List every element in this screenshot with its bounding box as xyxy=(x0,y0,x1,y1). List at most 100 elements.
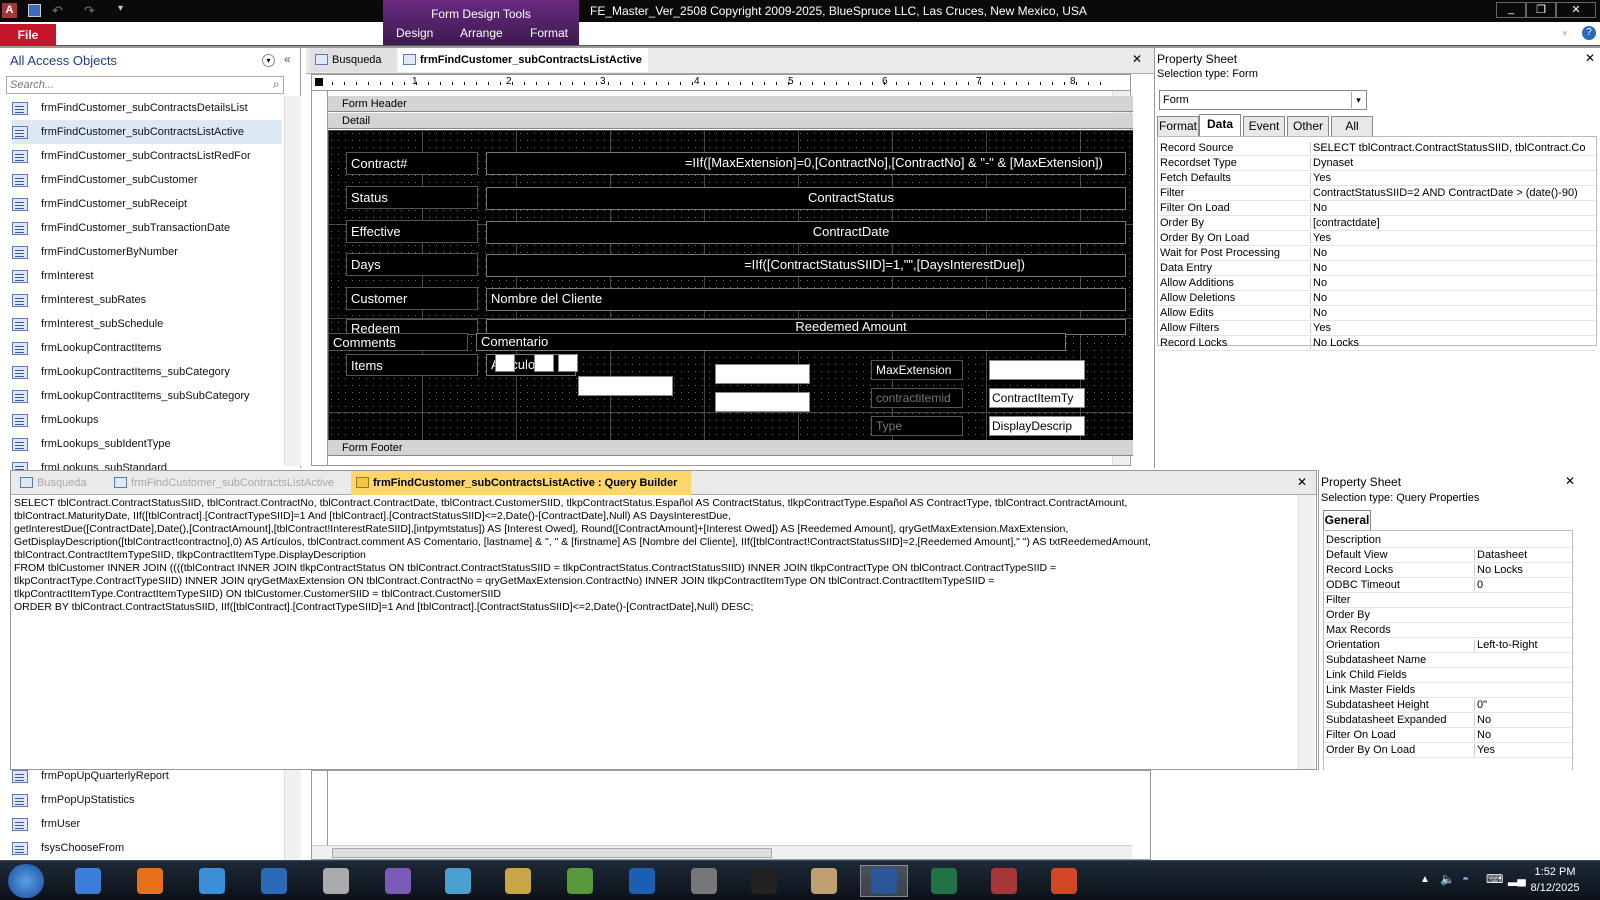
keyboard-icon[interactable]: ⌨ xyxy=(1486,872,1503,886)
property-value[interactable]: No xyxy=(1474,714,1491,726)
clock-time[interactable]: 1:52 PM xyxy=(1520,866,1590,878)
tab-ps-event[interactable]: Event xyxy=(1243,116,1285,136)
start-button[interactable] xyxy=(8,864,44,898)
clock-date[interactable]: 8/12/2025 xyxy=(1520,882,1590,894)
taskbar-app-icon[interactable] xyxy=(860,865,908,897)
property-row[interactable]: Allow Filters Yes xyxy=(1158,321,1596,336)
field-displaydesc[interactable]: DisplayDescrip xyxy=(989,416,1085,436)
property-value[interactable]: No xyxy=(1310,292,1327,304)
tab-ps-other[interactable]: Other xyxy=(1287,116,1329,136)
nav-search-input[interactable] xyxy=(7,77,267,93)
qb-tab-busqueda[interactable]: Busqueda xyxy=(15,471,107,495)
property-value[interactable]: No xyxy=(1310,202,1327,214)
tray-up-icon[interactable]: ▲ xyxy=(1420,874,1430,885)
nav-item[interactable]: frmLookupContractItems xyxy=(12,336,282,360)
property-row[interactable]: ODBC Timeout 0 xyxy=(1324,578,1572,593)
property-row[interactable]: Order By [contractdate] xyxy=(1158,216,1596,231)
restore-button[interactable]: ❐ xyxy=(1526,2,1556,18)
label-maxextension[interactable]: MaxExtension xyxy=(871,360,963,380)
redo-icon[interactable]: ↷ xyxy=(84,3,95,19)
taskbar-app-icon[interactable] xyxy=(740,865,788,897)
nav-item[interactable]: frmPopUpStatistics xyxy=(12,788,282,812)
property-value[interactable]: ContractStatusSIID=2 AND ContractDate > … xyxy=(1310,187,1578,199)
label-items[interactable]: Items xyxy=(346,354,478,376)
label-type[interactable]: Type xyxy=(871,416,963,436)
nav-item[interactable]: frmFindCustomerByNumber xyxy=(12,240,282,264)
property-value[interactable]: [contractdate] xyxy=(1310,217,1380,229)
tab-home[interactable]: Home xyxy=(72,26,104,40)
design-hscrollbar[interactable] xyxy=(312,845,1132,859)
file-tab[interactable]: File xyxy=(0,24,56,46)
property-row[interactable]: Record Source SELECT tblContract.Contract… xyxy=(1158,141,1596,156)
property-value[interactable]: Dynaset xyxy=(1310,157,1353,169)
nav-item[interactable]: frmUser xyxy=(12,812,282,836)
property-row[interactable]: Order By On Load Yes xyxy=(1158,231,1596,246)
taskbar-app-icon[interactable] xyxy=(680,865,728,897)
property-value[interactable]: Left-to-Right xyxy=(1474,639,1538,651)
taskbar-app-icon[interactable] xyxy=(312,865,360,897)
taskbar-app-icon[interactable] xyxy=(126,865,174,897)
taskbar-app-icon[interactable] xyxy=(250,865,298,897)
property-row[interactable]: Allow Additions No xyxy=(1158,276,1596,291)
tab-ps-all[interactable]: All xyxy=(1331,116,1373,136)
property-row[interactable]: Filter ContractStatusSIID=2 AND ContractD… xyxy=(1158,186,1596,201)
field-customer[interactable]: Nombre del Cliente xyxy=(486,288,1126,311)
property-value[interactable]: No xyxy=(1310,262,1327,274)
minimize-button[interactable]: _ xyxy=(1496,2,1526,18)
help-icon[interactable]: ? xyxy=(1582,26,1596,40)
tab-design[interactable]: Design xyxy=(396,26,433,40)
nav-item[interactable]: frmFindCustomer_subCustomer xyxy=(12,168,282,192)
access-app-icon[interactable]: A xyxy=(2,3,17,18)
property-row[interactable]: Subdatasheet Height 0" xyxy=(1324,698,1572,713)
white-control[interactable] xyxy=(578,376,673,396)
taskbar-app-icon[interactable] xyxy=(980,865,1028,897)
taskbar-app-icon[interactable] xyxy=(1040,865,1088,897)
tab-format[interactable]: Format xyxy=(530,26,568,40)
close-window-button[interactable]: ✕ xyxy=(1556,2,1596,18)
field-comments[interactable]: Comentario xyxy=(476,333,1066,351)
property-row[interactable]: Allow Edits No xyxy=(1158,306,1596,321)
label-effective[interactable]: Effective xyxy=(346,220,478,243)
property-value[interactable]: Yes xyxy=(1310,172,1331,184)
doc-tab-busqueda[interactable]: Busqueda xyxy=(310,48,396,72)
taskbar-app-icon[interactable] xyxy=(434,865,482,897)
nav-item[interactable]: frmLookups_subIdentType xyxy=(12,432,282,456)
close-property-sheet-icon[interactable]: ✕ xyxy=(1565,474,1575,488)
search-icon[interactable]: ⌕ xyxy=(273,77,280,92)
property-value[interactable]: No xyxy=(1310,307,1327,319)
tab-arrange[interactable]: Arrange xyxy=(460,26,503,40)
close-property-sheet-icon[interactable]: ✕ xyxy=(1585,51,1595,65)
form-footer-section[interactable]: Form Footer xyxy=(328,440,1133,456)
taskbar-app-icon[interactable] xyxy=(494,865,542,897)
nav-item[interactable]: frmFindCustomer_subContractsDetailsList xyxy=(12,96,282,120)
nav-item[interactable]: frmInterest_subSchedule xyxy=(12,312,282,336)
property-row[interactable]: Order By On Load Yes xyxy=(1324,743,1572,758)
form-selector[interactable] xyxy=(315,78,323,86)
property-row[interactable]: Record Locks No Locks xyxy=(1158,336,1596,351)
scroll-thumb[interactable] xyxy=(332,848,772,858)
nav-item[interactable]: fsysChooseFrom xyxy=(12,836,282,860)
white-control[interactable] xyxy=(558,354,578,372)
tab-external-data[interactable]: External Data xyxy=(192,26,265,40)
chevron-down-icon[interactable]: ▾ xyxy=(1351,92,1365,108)
nav-scrollbar-bottom[interactable] xyxy=(284,770,301,860)
property-row[interactable]: Order By xyxy=(1324,608,1572,623)
close-qb-icon[interactable]: ✕ xyxy=(1297,475,1307,489)
field-effective[interactable]: ContractDate xyxy=(486,221,1126,244)
field-status[interactable]: ContractStatus xyxy=(486,187,1126,210)
form-header-section[interactable]: Form Header xyxy=(328,96,1133,112)
label-contractitemid[interactable]: contractitemid xyxy=(871,388,963,408)
doc-tab-subcontractslistactive[interactable]: frmFindCustomer_subContractsListActive xyxy=(398,48,648,72)
property-row[interactable]: Filter On Load No xyxy=(1324,728,1572,743)
nav-title[interactable]: All Access Objects xyxy=(10,53,117,68)
nav-collapse-icon[interactable]: « xyxy=(284,52,291,66)
taskbar-app-icon[interactable] xyxy=(800,865,848,897)
property-value[interactable]: Yes xyxy=(1310,232,1331,244)
save-icon[interactable] xyxy=(28,4,41,17)
property-row[interactable]: Subdatasheet Expanded No xyxy=(1324,713,1572,728)
field-days[interactable]: =IIf([ContractStatusSIID]=1,"",[DaysInte… xyxy=(486,254,1126,277)
nav-item[interactable]: frmInterest_subRates xyxy=(12,288,282,312)
qb-tab-querybuilder[interactable]: frmFindCustomer_subContractsListActive :… xyxy=(351,471,691,495)
field-itemtype[interactable]: ContractItemTy xyxy=(989,388,1085,408)
property-row[interactable]: Wait for Post Processing No xyxy=(1158,246,1596,261)
